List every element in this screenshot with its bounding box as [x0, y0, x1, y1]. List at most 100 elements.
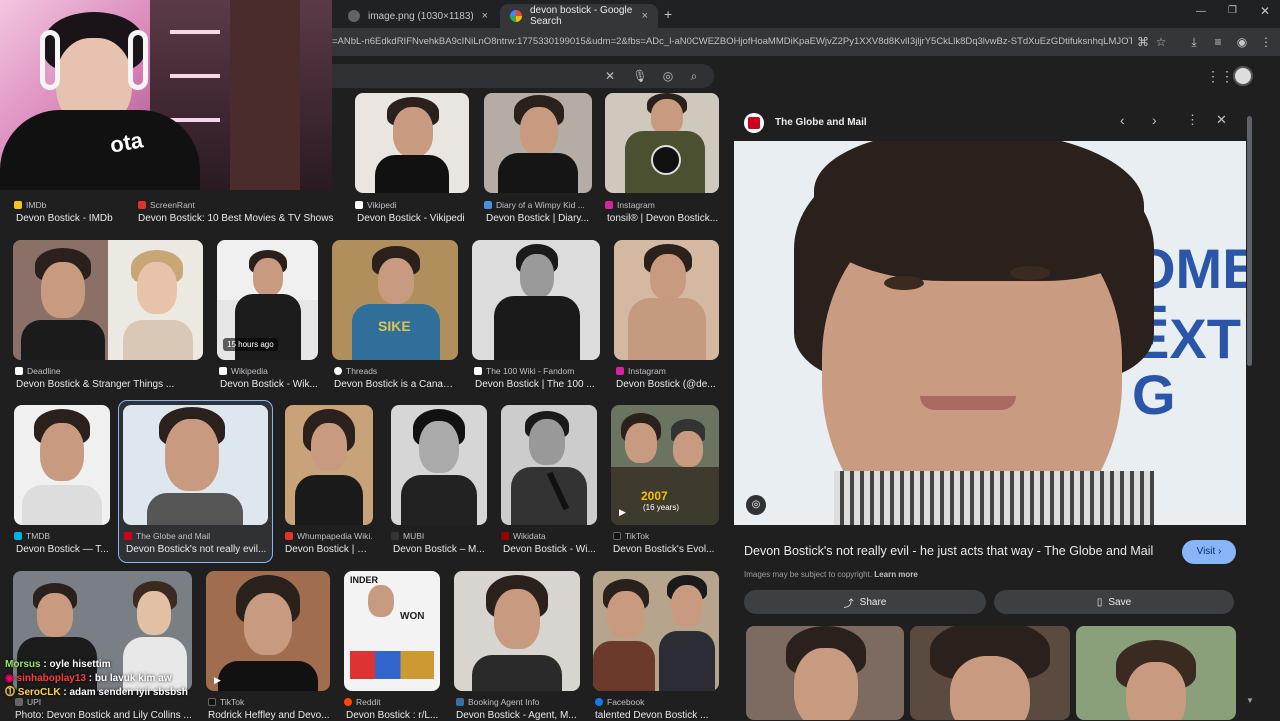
close-tab-icon[interactable]: ×	[642, 10, 648, 22]
list-item[interactable]: Whumpapedia Wiki... Devon Bostick | W...	[285, 405, 373, 557]
new-tab-button[interactable]: +	[664, 6, 672, 22]
search-icon[interactable]: ⌕	[686, 68, 702, 84]
result-title[interactable]: Rodrick Heffley and Devo...	[208, 710, 330, 721]
scroll-down-icon[interactable]: ▼	[1246, 696, 1254, 705]
minimize-button[interactable]: —	[1196, 6, 1206, 17]
list-item[interactable]: Wikidata Devon Bostick - Wi...	[501, 405, 597, 557]
tab-image[interactable]: image.png (1030×1183) ×	[338, 4, 498, 28]
search-box[interactable]: ✕ 🎙 ◎ ⌕	[320, 64, 714, 88]
list-item[interactable]: Facebook talented Devon Bostick ...	[593, 571, 719, 721]
related-image[interactable]	[1076, 626, 1236, 720]
result-title[interactable]: Devon Bostick - Vikipedi	[357, 213, 469, 224]
user-badge-icon: ⓵	[5, 687, 18, 698]
close-tab-icon[interactable]: ×	[482, 10, 488, 22]
list-item[interactable]: ScreenRant Devon Bostick: 10 Best Movies…	[138, 198, 338, 228]
close-icon[interactable]: ✕	[1216, 112, 1227, 128]
chat-text: bu lavuk kim aw	[94, 673, 172, 684]
list-item[interactable]: Deadline Devon Bostick & Stranger Things…	[13, 240, 203, 392]
chat-user: sinhaboplay13	[16, 673, 86, 684]
profile-icon[interactable]: ◉	[1234, 34, 1250, 50]
maximize-button[interactable]: ❐	[1228, 5, 1237, 16]
source-favicon-icon	[285, 532, 293, 540]
tab-google-search[interactable]: devon bostick - Google Search ×	[500, 4, 658, 28]
source-favicon-icon	[124, 532, 132, 540]
lens-icon[interactable]: ◎	[746, 495, 766, 515]
result-title[interactable]: Devon Bostick - Agent, M...	[456, 710, 580, 721]
result-image	[593, 571, 719, 691]
result-title[interactable]: Devon Bostick – M...	[393, 544, 487, 555]
related-image[interactable]	[910, 626, 1070, 720]
preview-image[interactable]: OME T EXT G ◎	[734, 141, 1246, 525]
save-button[interactable]: ▯ Save	[994, 590, 1234, 614]
source-favicon-icon	[616, 367, 624, 375]
next-image-button[interactable]: ›	[1152, 112, 1157, 128]
previous-image-button[interactable]: ‹	[1120, 112, 1125, 128]
result-title[interactable]: Devon Bostick - Wi...	[503, 544, 597, 555]
clear-icon[interactable]: ✕	[602, 68, 618, 84]
result-title[interactable]: Devon Bostick - Wik...	[220, 379, 318, 390]
related-image[interactable]	[746, 626, 904, 720]
result-image: 15 hours ago	[217, 240, 318, 360]
scrollbar[interactable]	[1247, 116, 1252, 366]
url-field[interactable]: =ANbL-n6EdkdRIFNvehkBA9cINiLnO8ntrw:1775…	[332, 33, 1132, 51]
result-title[interactable]: Devon Bostick is a Canadi...	[334, 379, 458, 390]
source-label: Vikipedi	[367, 200, 397, 210]
result-image	[614, 240, 719, 360]
list-item[interactable]: Instagram tonsil® | Devon Bostick...	[605, 93, 719, 228]
time-badge: 15 hours ago	[223, 338, 278, 351]
source-favicon-icon	[334, 367, 342, 375]
list-item[interactable]: SIKE Threads Devon Bostick is a Canadi..…	[332, 240, 458, 392]
result-title[interactable]: talented Devon Bostick ...	[595, 710, 719, 721]
source-label: The 100 Wiki - Fandom	[486, 366, 575, 376]
translate-icon[interactable]: ⌘	[1135, 34, 1151, 50]
result-title[interactable]: Devon Bostick — T...	[16, 544, 110, 555]
result-title[interactable]: Devon Bostick (@de...	[616, 379, 719, 390]
list-item[interactable]: Booking Agent Info Devon Bostick - Agent…	[454, 571, 580, 721]
list-item[interactable]: TMDB Devon Bostick — T...	[14, 405, 110, 557]
share-label: Share	[859, 596, 887, 608]
source-favicon-icon	[138, 201, 146, 209]
list-item-selected[interactable]: The Globe and Mail Devon Bostick's not r…	[118, 400, 273, 563]
user-badge-icon: ◉	[5, 673, 17, 684]
media-icon[interactable]: ≡	[1210, 34, 1226, 50]
bookmark-star-icon[interactable]: ☆	[1153, 34, 1169, 50]
result-title[interactable]: Devon Bostick | Diary...	[486, 213, 592, 224]
list-item[interactable]: IMDb Devon Bostick - IMDb	[14, 198, 124, 228]
list-item[interactable]: INDER WON Reddit Devon Bostick : r/L...	[344, 571, 440, 721]
account-avatar[interactable]	[1233, 66, 1253, 86]
menu-dots-icon[interactable]: ⋮	[1258, 34, 1274, 50]
source-favicon-icon	[391, 532, 399, 540]
result-title[interactable]: Devon Bostick | The 100 ...	[475, 379, 600, 390]
panel-title[interactable]: Devon Bostick's not really evil - he jus…	[744, 544, 1174, 558]
result-title[interactable]: Devon Bostick : r/L...	[346, 710, 440, 721]
result-title[interactable]: Devon Bostick's not really evil...	[126, 544, 270, 555]
list-item[interactable]: Vikipedi Devon Bostick - Vikipedi	[355, 93, 469, 228]
source-label: Threads	[346, 366, 378, 376]
result-title[interactable]: Devon Bostick's Evol...	[613, 544, 719, 555]
list-item[interactable]: 2007 (16 years) ▶ TikTok Devon Bostick's…	[611, 405, 719, 557]
microphone-icon[interactable]: 🎙	[632, 68, 648, 84]
close-window-button[interactable]: ✕	[1260, 4, 1270, 18]
panel-source[interactable]: The Globe and Mail	[775, 117, 867, 128]
result-title[interactable]: Devon Bostick & Stranger Things ...	[16, 379, 203, 390]
download-icon[interactable]: ⤓	[1186, 34, 1202, 50]
result-title[interactable]: Devon Bostick | W...	[285, 544, 373, 555]
learn-more-link[interactable]: Learn more	[874, 570, 918, 579]
list-item[interactable]: 15 hours ago Wikipedia Devon Bostick - W…	[217, 240, 318, 392]
more-options-icon[interactable]: ⋮	[1186, 112, 1199, 128]
result-title[interactable]: Devon Bostick: 10 Best Movies & TV Shows	[138, 213, 338, 224]
result-title[interactable]: Photo: Devon Bostick and Lily Collins ..…	[15, 710, 192, 721]
share-button[interactable]: ⤴ Share	[744, 590, 986, 614]
visit-button[interactable]: Visit ›	[1182, 540, 1236, 564]
list-item[interactable]: Diary of a Wimpy Kid ... Devon Bostick |…	[484, 93, 592, 228]
list-item[interactable]: The 100 Wiki - Fandom Devon Bostick | Th…	[472, 240, 600, 392]
lens-icon[interactable]: ◎	[660, 68, 676, 84]
list-item[interactable]: Instagram Devon Bostick (@de...	[614, 240, 719, 392]
result-title[interactable]: tonsil® | Devon Bostick...	[607, 213, 719, 224]
result-title[interactable]: Devon Bostick - IMDb	[16, 213, 126, 224]
list-item[interactable]: MUBI Devon Bostick – M...	[391, 405, 487, 557]
chat-message: ◉ sinhaboplay13 : bu lavuk kim aw	[5, 673, 172, 684]
year-overlay: 2007	[641, 489, 668, 503]
image-preview-panel: The Globe and Mail ‹ › ⋮ ✕ OME T EXT G ◎…	[734, 108, 1246, 720]
apps-grid-icon[interactable]: ⋮⋮	[1206, 68, 1234, 85]
